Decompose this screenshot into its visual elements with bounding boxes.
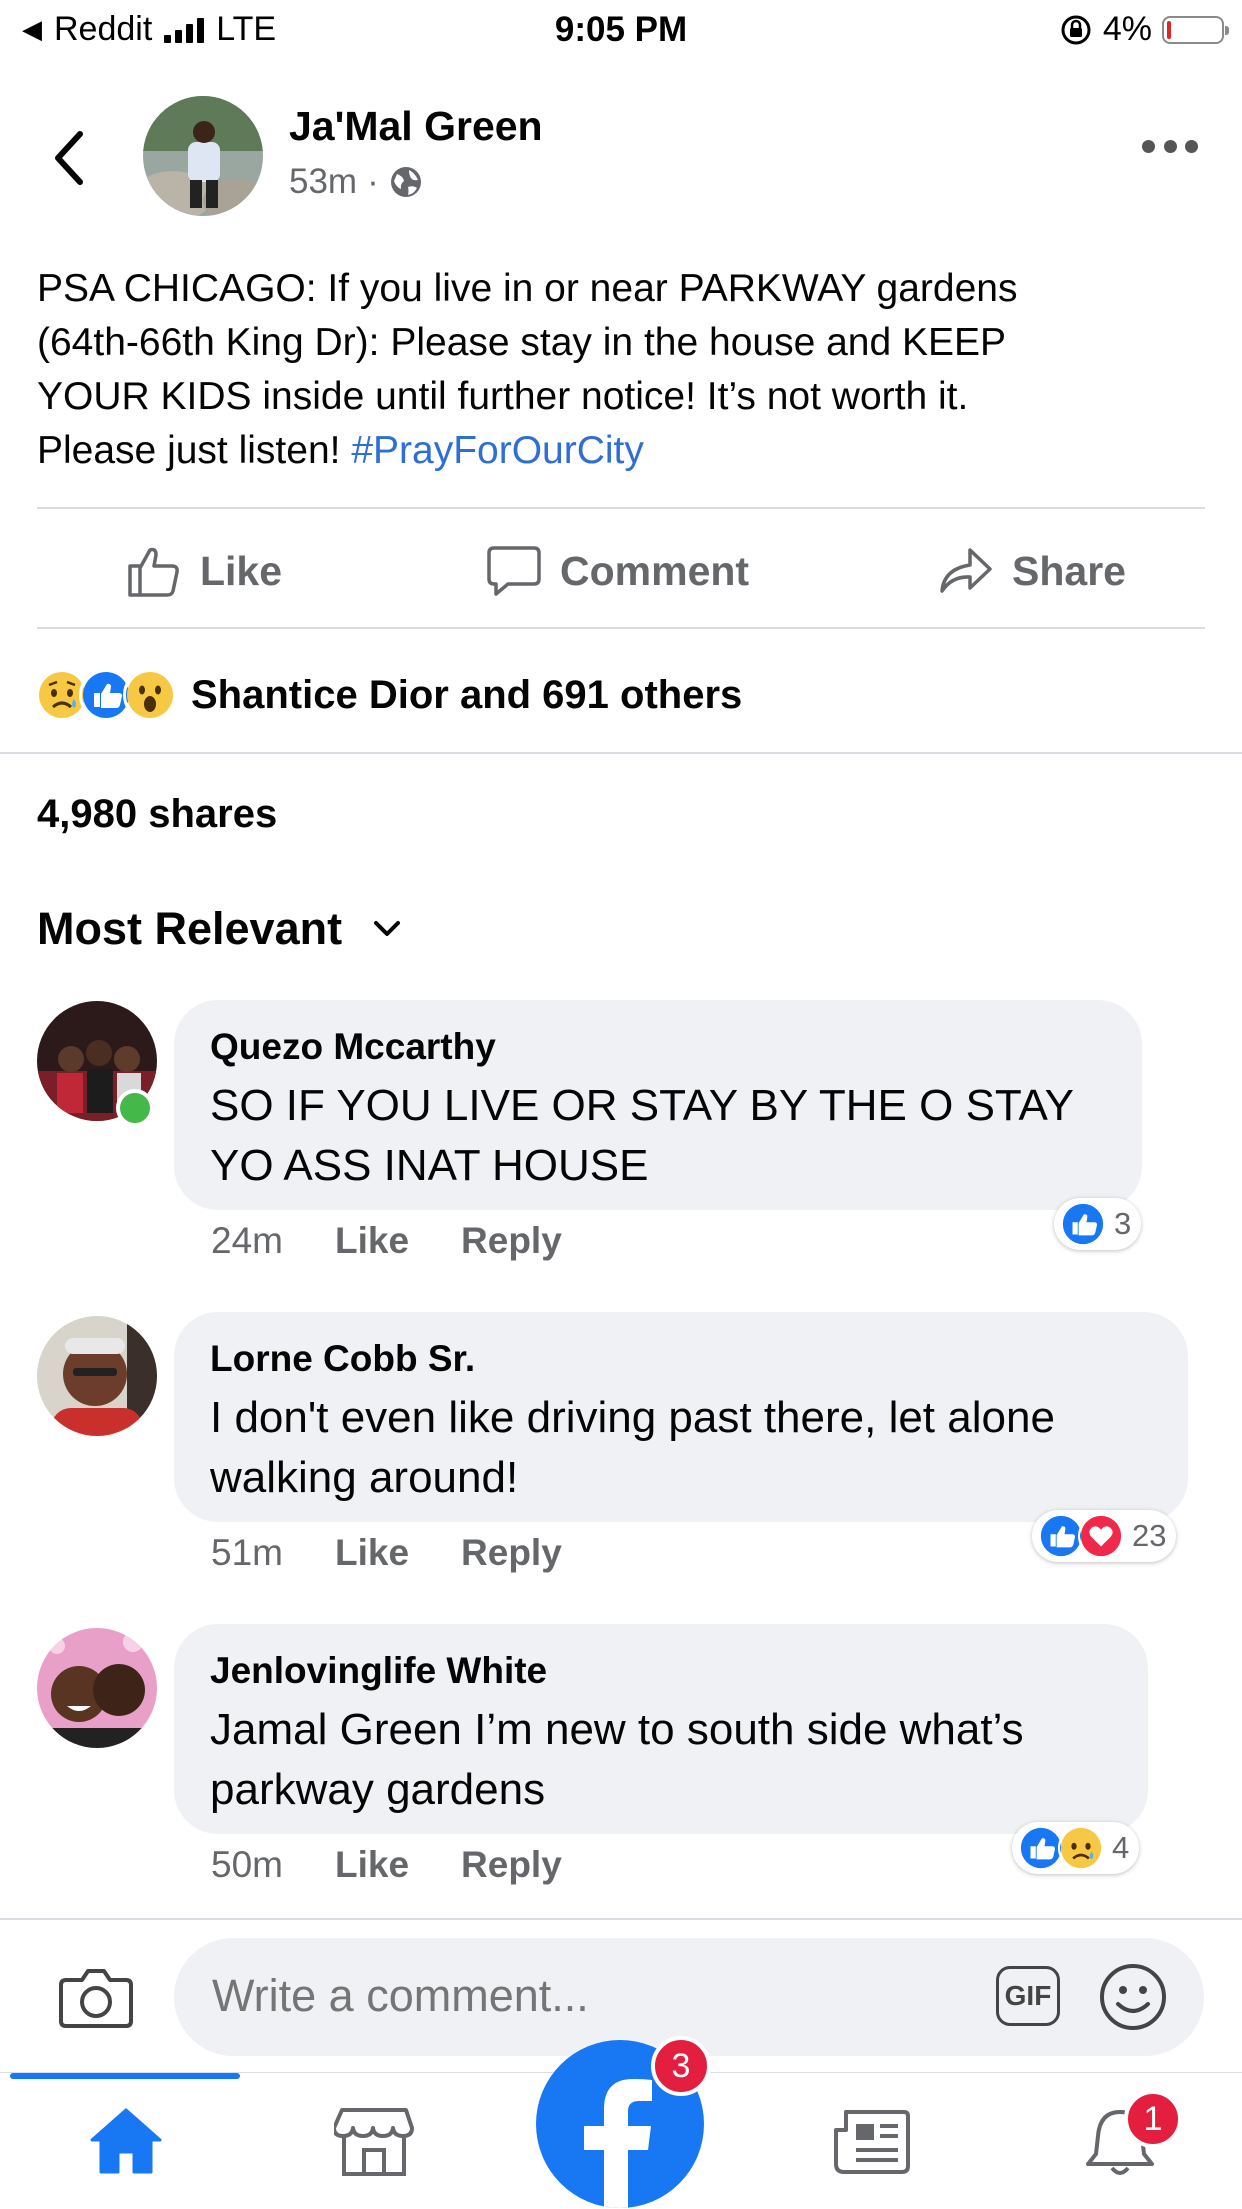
share-button-label: Share [1012, 547, 1126, 594]
post-text-line: YOUR KIDS inside until further notice! I… [37, 375, 969, 418]
reaction-count-label: 23 [1132, 1518, 1167, 1553]
marketplace-tab-icon[interactable] [334, 2106, 414, 2178]
hashtag-link[interactable]: #PrayForOurCity [351, 429, 644, 472]
news-tab-icon[interactable] [832, 2106, 910, 2176]
facebook-badge: 3 [651, 2036, 711, 2096]
share-arrow-icon [940, 548, 992, 593]
comment-like-button[interactable]: Like [335, 1220, 409, 1262]
post-text-line: (64th-66th King Dr): Please stay in the … [37, 321, 1007, 364]
comment-text-line: Jamal Green I’m new to south side what’s [210, 1705, 1024, 1754]
reaction-count-label: 4 [1112, 1830, 1130, 1865]
comment-like-button[interactable]: Like [335, 1532, 409, 1574]
comment-text-line: parkway gardens [210, 1765, 546, 1814]
shares-count[interactable]: 4,980 shares [37, 792, 277, 837]
post-author-name[interactable]: Ja'Mal Green [289, 103, 543, 150]
divider [37, 627, 1205, 629]
comment-actions: 50m Like Reply [211, 1844, 562, 1886]
comment-actions: 24m Like Reply [211, 1220, 562, 1262]
camera-icon[interactable] [58, 1966, 134, 2030]
comment-text-line: I don't even like driving past there, le… [210, 1393, 1055, 1442]
comment-bubble[interactable]: Lorne Cobb Sr. I don't even like driving… [174, 1312, 1188, 1522]
comment-reply-button[interactable]: Reply [461, 1532, 562, 1574]
comment-actions: 51m Like Reply [211, 1532, 562, 1574]
more-options-icon[interactable] [1142, 140, 1198, 160]
post-time[interactable]: 53m [289, 162, 357, 202]
sort-label: Most Relevant [37, 903, 343, 954]
comment-input[interactable] [212, 1970, 932, 2022]
divider [0, 752, 1242, 754]
like-reaction-icon [1060, 1201, 1106, 1247]
comment-text: Jamal Green I’m new to south side what’s… [210, 1700, 1112, 1820]
battery-icon [1162, 15, 1229, 44]
reaction-count-label: 3 [1114, 1206, 1132, 1241]
like-button[interactable]: Like [126, 544, 282, 598]
status-time: 9:05 PM [554, 10, 688, 49]
commenter-name[interactable]: Quezo Mccarthy [210, 1026, 1106, 1068]
commenter-name[interactable]: Jenlovinglife White [210, 1650, 1112, 1692]
active-tab-indicator [10, 2073, 240, 2079]
gif-button[interactable]: GIF [996, 1966, 1060, 2026]
comment-bubble[interactable]: Quezo Mccarthy SO IF YOU LIVE OR STAY BY… [174, 1000, 1142, 1210]
post-body: PSA CHICAGO: If you live in or near PARK… [37, 262, 1207, 478]
comment-reaction-count[interactable]: 23 [1032, 1510, 1177, 1562]
comment-time: 24m [211, 1220, 283, 1261]
commenter-avatar[interactable] [37, 1316, 157, 1436]
comment-like-button[interactable]: Like [335, 1844, 409, 1886]
sort-comments-dropdown[interactable]: Most Relevant [37, 903, 402, 955]
comment-button-label: Comment [560, 547, 750, 594]
comment-reply-button[interactable]: Reply [461, 1844, 562, 1886]
comment-button[interactable]: Comment [486, 544, 749, 598]
emoji-icon[interactable] [1098, 1962, 1168, 2032]
reactions-summary[interactable]: Shantice Dior and 691 others [35, 668, 742, 722]
commenter-avatar[interactable] [37, 1628, 157, 1748]
battery-percent: 4% [1102, 10, 1152, 48]
comment-text: I don't even like driving past there, le… [210, 1388, 1152, 1508]
wow-reaction-icon [123, 668, 177, 722]
chevron-down-icon [374, 921, 401, 936]
status-right: 4% [1059, 10, 1229, 49]
status-bar: ◀ Reddit LTE 9:05 PM 4% [0, 0, 1242, 60]
home-tab-icon[interactable] [88, 2106, 164, 2176]
comment-text-line: YO ASS INAT HOUSE [210, 1141, 649, 1190]
comment-bubble-icon [487, 546, 541, 596]
comment-text-line: walking around! [210, 1453, 519, 1502]
meta-separator: · [367, 162, 379, 201]
rotation-lock-icon [1061, 15, 1091, 44]
commenter-name[interactable]: Lorne Cobb Sr. [210, 1338, 1152, 1380]
comment-reaction-count[interactable]: 3 [1054, 1198, 1142, 1250]
back-arrow-icon[interactable] [48, 128, 88, 188]
comment-reaction-count[interactable]: 4 [1012, 1822, 1140, 1874]
comment-text-line: SO IF YOU LIVE OR STAY BY THE O STAY [210, 1081, 1074, 1130]
divider [0, 1918, 1242, 1920]
love-reaction-icon [1078, 1513, 1124, 1559]
online-status-dot [116, 1089, 154, 1127]
comment-bubble[interactable]: Jenlovinglife White Jamal Green I’m new … [174, 1624, 1148, 1834]
post-text-line: Please just listen! #PrayForOurCity [37, 424, 1207, 478]
comment-time: 50m [211, 1844, 283, 1885]
post-text-line-start: Please just listen! [37, 429, 352, 472]
divider [37, 507, 1205, 509]
comment-reply-button[interactable]: Reply [461, 1220, 562, 1262]
sad-reaction-icon [1058, 1825, 1104, 1871]
notifications-badge: 1 [1124, 2090, 1182, 2148]
post-meta: 53m · [289, 162, 423, 202]
comment-time: 51m [211, 1532, 283, 1573]
comment-text: SO IF YOU LIVE OR STAY BY THE O STAY YO … [210, 1076, 1106, 1196]
globe-icon [390, 167, 421, 197]
reactions-summary-text: Shantice Dior and 691 others [191, 672, 743, 717]
like-thumb-icon [128, 547, 179, 597]
author-avatar[interactable] [143, 96, 263, 216]
post-text-line: PSA CHICAGO: If you live in or near PARK… [37, 267, 1018, 310]
share-button[interactable]: Share [938, 544, 1126, 598]
like-button-label: Like [200, 547, 283, 594]
